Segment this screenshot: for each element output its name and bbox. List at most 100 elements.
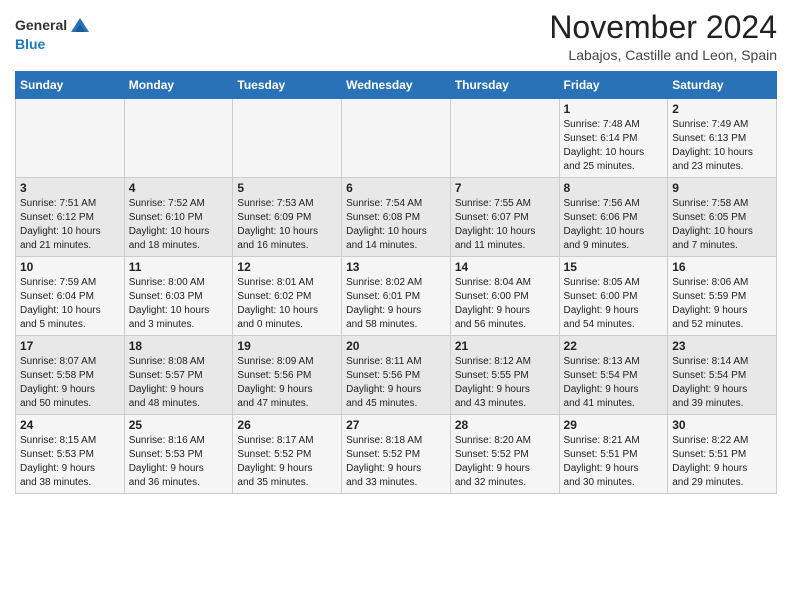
day-number: 2: [672, 102, 772, 116]
day-number: 14: [455, 260, 555, 274]
weekday-header: Wednesday: [342, 72, 451, 99]
day-info: Sunrise: 7:52 AM Sunset: 6:10 PM Dayligh…: [129, 197, 229, 253]
calendar-day-cell: 9Sunrise: 7:58 AM Sunset: 6:05 PM Daylig…: [668, 178, 777, 257]
calendar-week-row: 17 Sunrise: 8:07 AM Sunset: 5:58 PM Dayli…: [16, 336, 777, 415]
calendar-day-cell: 27 Sunrise: 8:18 AM Sunset: 5:52 PM Dayli…: [342, 415, 451, 494]
calendar-day-cell: 14Sunrise: 8:04 AM Sunset: 6:00 PM Dayli…: [450, 257, 559, 336]
calendar-header-row: SundayMondayTuesdayWednesdayThursdayFrid…: [16, 72, 777, 99]
weekday-header: Saturday: [668, 72, 777, 99]
day-info: Sunrise: 7:51 AM Sunset: 6:12 PM Dayligh…: [20, 197, 120, 253]
day-info: Sunrise: 7:53 AM Sunset: 6:09 PM Dayligh…: [237, 197, 337, 253]
day-number: 23: [672, 339, 772, 353]
calendar-day-cell: 11 Sunrise: 8:00 AM Sunset: 6:03 PM Dayli…: [124, 257, 233, 336]
day-number: 6: [346, 181, 446, 195]
logo-general: General: [15, 17, 67, 34]
day-number: 16: [672, 260, 772, 274]
calendar-day-cell: 2 Sunrise: 7:49 AM Sunset: 6:13 PM Daylig…: [668, 99, 777, 178]
calendar-day-cell: 3 Sunrise: 7:51 AM Sunset: 6:12 PM Daylig…: [16, 178, 125, 257]
calendar-day-cell: [16, 99, 125, 178]
day-number: 19: [237, 339, 337, 353]
calendar-day-cell: 7Sunrise: 7:55 AM Sunset: 6:07 PM Daylig…: [450, 178, 559, 257]
calendar-day-cell: 22 Sunrise: 8:13 AM Sunset: 5:54 PM Dayli…: [559, 336, 668, 415]
day-info: Sunrise: 7:49 AM Sunset: 6:13 PM Dayligh…: [672, 118, 772, 174]
day-info: Sunrise: 8:17 AM Sunset: 5:52 PM Dayligh…: [237, 434, 337, 490]
weekday-header: Thursday: [450, 72, 559, 99]
calendar-week-row: 10Sunrise: 7:59 AM Sunset: 6:04 PM Dayli…: [16, 257, 777, 336]
day-number: 29: [564, 418, 664, 432]
calendar-day-cell: 6Sunrise: 7:54 AM Sunset: 6:08 PM Daylig…: [342, 178, 451, 257]
calendar-day-cell: 19 Sunrise: 8:09 AM Sunset: 5:56 PM Dayli…: [233, 336, 342, 415]
calendar-day-cell: 26 Sunrise: 8:17 AM Sunset: 5:52 PM Dayli…: [233, 415, 342, 494]
day-info: Sunrise: 8:01 AM Sunset: 6:02 PM Dayligh…: [237, 276, 337, 332]
day-info: Sunrise: 7:58 AM Sunset: 6:05 PM Dayligh…: [672, 197, 772, 253]
calendar-day-cell: 23Sunrise: 8:14 AM Sunset: 5:54 PM Dayli…: [668, 336, 777, 415]
day-info: Sunrise: 8:00 AM Sunset: 6:03 PM Dayligh…: [129, 276, 229, 332]
day-info: Sunrise: 8:07 AM Sunset: 5:58 PM Dayligh…: [20, 355, 120, 411]
day-info: Sunrise: 8:09 AM Sunset: 5:56 PM Dayligh…: [237, 355, 337, 411]
calendar-day-cell: 21 Sunrise: 8:12 AM Sunset: 5:55 PM Dayli…: [450, 336, 559, 415]
calendar-day-cell: 24 Sunrise: 8:15 AM Sunset: 5:53 PM Dayli…: [16, 415, 125, 494]
calendar-week-row: 24 Sunrise: 8:15 AM Sunset: 5:53 PM Dayli…: [16, 415, 777, 494]
day-info: Sunrise: 8:02 AM Sunset: 6:01 PM Dayligh…: [346, 276, 446, 332]
day-number: 26: [237, 418, 337, 432]
day-number: 22: [564, 339, 664, 353]
day-number: 8: [564, 181, 664, 195]
calendar-day-cell: 30 Sunrise: 8:22 AM Sunset: 5:51 PM Dayli…: [668, 415, 777, 494]
calendar-table: SundayMondayTuesdayWednesdayThursdayFrid…: [15, 71, 777, 494]
day-number: 20: [346, 339, 446, 353]
day-info: Sunrise: 8:15 AM Sunset: 5:53 PM Dayligh…: [20, 434, 120, 490]
day-info: Sunrise: 7:56 AM Sunset: 6:06 PM Dayligh…: [564, 197, 664, 253]
day-info: Sunrise: 8:13 AM Sunset: 5:54 PM Dayligh…: [564, 355, 664, 411]
day-number: 28: [455, 418, 555, 432]
day-info: Sunrise: 8:21 AM Sunset: 5:51 PM Dayligh…: [564, 434, 664, 490]
day-number: 11: [129, 260, 229, 274]
day-info: Sunrise: 7:55 AM Sunset: 6:07 PM Dayligh…: [455, 197, 555, 253]
day-info: Sunrise: 8:22 AM Sunset: 5:51 PM Dayligh…: [672, 434, 772, 490]
calendar-day-cell: 5Sunrise: 7:53 AM Sunset: 6:09 PM Daylig…: [233, 178, 342, 257]
day-number: 25: [129, 418, 229, 432]
calendar-day-cell: 28 Sunrise: 8:20 AM Sunset: 5:52 PM Dayli…: [450, 415, 559, 494]
location-title: Labajos, Castille and Leon, Spain: [549, 47, 777, 63]
day-number: 30: [672, 418, 772, 432]
day-info: Sunrise: 8:06 AM Sunset: 5:59 PM Dayligh…: [672, 276, 772, 332]
day-info: Sunrise: 8:11 AM Sunset: 5:56 PM Dayligh…: [346, 355, 446, 411]
calendar-week-row: 1Sunrise: 7:48 AM Sunset: 6:14 PM Daylig…: [16, 99, 777, 178]
weekday-header: Monday: [124, 72, 233, 99]
day-number: 3: [20, 181, 120, 195]
day-number: 17: [20, 339, 120, 353]
calendar-day-cell: 17 Sunrise: 8:07 AM Sunset: 5:58 PM Dayli…: [16, 336, 125, 415]
day-info: Sunrise: 8:08 AM Sunset: 5:57 PM Dayligh…: [129, 355, 229, 411]
day-info: Sunrise: 8:16 AM Sunset: 5:53 PM Dayligh…: [129, 434, 229, 490]
calendar-day-cell: 4 Sunrise: 7:52 AM Sunset: 6:10 PM Daylig…: [124, 178, 233, 257]
calendar-day-cell: [233, 99, 342, 178]
title-area: November 2024 Labajos, Castille and Leon…: [549, 10, 777, 63]
day-number: 15: [564, 260, 664, 274]
calendar-day-cell: 15 Sunrise: 8:05 AM Sunset: 6:00 PM Dayli…: [559, 257, 668, 336]
page-header: General Blue November 2024 Labajos, Cast…: [15, 10, 777, 63]
day-number: 21: [455, 339, 555, 353]
calendar-week-row: 3 Sunrise: 7:51 AM Sunset: 6:12 PM Daylig…: [16, 178, 777, 257]
calendar-day-cell: 20 Sunrise: 8:11 AM Sunset: 5:56 PM Dayli…: [342, 336, 451, 415]
day-info: Sunrise: 8:18 AM Sunset: 5:52 PM Dayligh…: [346, 434, 446, 490]
weekday-header: Sunday: [16, 72, 125, 99]
calendar-day-cell: 12 Sunrise: 8:01 AM Sunset: 6:02 PM Dayli…: [233, 257, 342, 336]
weekday-header: Tuesday: [233, 72, 342, 99]
calendar-day-cell: 8 Sunrise: 7:56 AM Sunset: 6:06 PM Daylig…: [559, 178, 668, 257]
calendar-day-cell: 1Sunrise: 7:48 AM Sunset: 6:14 PM Daylig…: [559, 99, 668, 178]
day-info: Sunrise: 8:20 AM Sunset: 5:52 PM Dayligh…: [455, 434, 555, 490]
day-info: Sunrise: 8:12 AM Sunset: 5:55 PM Dayligh…: [455, 355, 555, 411]
logo-icon: [69, 14, 91, 36]
weekday-header: Friday: [559, 72, 668, 99]
day-number: 27: [346, 418, 446, 432]
day-number: 12: [237, 260, 337, 274]
calendar-day-cell: 18 Sunrise: 8:08 AM Sunset: 5:57 PM Dayli…: [124, 336, 233, 415]
day-number: 24: [20, 418, 120, 432]
calendar-day-cell: 25 Sunrise: 8:16 AM Sunset: 5:53 PM Dayli…: [124, 415, 233, 494]
logo: General Blue: [15, 14, 91, 54]
day-number: 10: [20, 260, 120, 274]
day-info: Sunrise: 8:05 AM Sunset: 6:00 PM Dayligh…: [564, 276, 664, 332]
day-number: 18: [129, 339, 229, 353]
calendar-day-cell: [124, 99, 233, 178]
day-number: 4: [129, 181, 229, 195]
day-info: Sunrise: 7:48 AM Sunset: 6:14 PM Dayligh…: [564, 118, 664, 174]
